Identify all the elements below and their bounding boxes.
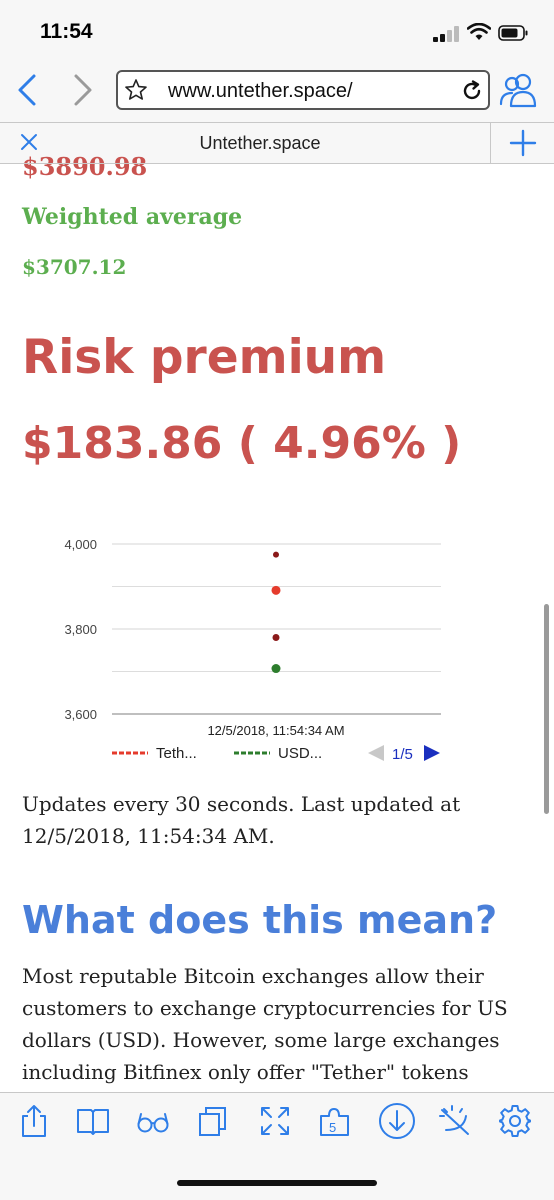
fullscreen-icon[interactable] [258, 1104, 292, 1138]
chrome-divider [0, 163, 554, 164]
star-icon[interactable] [124, 78, 148, 102]
legend-label: Teth... [156, 745, 197, 762]
tab-title[interactable]: Untether.space [0, 133, 520, 154]
people-icon[interactable] [499, 72, 539, 108]
scrollbar[interactable] [544, 604, 549, 814]
bookmarks-icon[interactable] [76, 1104, 110, 1138]
legend-prev-icon[interactable] [368, 745, 384, 761]
status-time: 11:54 [40, 20, 93, 43]
risk-premium-title: Risk premium [22, 330, 387, 385]
tab-row-divider [0, 122, 554, 123]
explanation-paragraph: Most reputable Bitcoin exchanges allow t… [22, 964, 508, 1084]
price-chart: 4,000 3,800 3,600 12/5/2018, 11:54:34 AM Tet… [64, 537, 441, 763]
tab-separator [490, 122, 491, 164]
legend-label: USD... [278, 745, 322, 762]
settings-icon[interactable] [498, 1104, 532, 1138]
back-button[interactable] [14, 72, 42, 108]
tabs-icon[interactable] [196, 1104, 230, 1138]
section-heading: What does this mean? [22, 898, 498, 942]
reload-icon[interactable] [460, 79, 484, 103]
reader-icon[interactable] [136, 1104, 170, 1138]
risk-premium-value: $183.86 ( 4.96% ) [22, 418, 462, 469]
home-indicator [177, 1180, 377, 1186]
download-icon[interactable] [378, 1102, 416, 1140]
extensions-icon[interactable]: 5 [318, 1104, 352, 1138]
x-axis-label: 12/5/2018, 11:54:34 AM [207, 723, 344, 738]
legend-next-icon[interactable] [424, 745, 440, 761]
data-point [272, 634, 280, 641]
legend-pager: 1/5 [392, 746, 413, 763]
y-tick-label: 3,600 [64, 707, 97, 722]
data-point [271, 585, 281, 595]
weighted-average-label: Weighted average [22, 204, 243, 230]
weighted-average-value: $3707.12 [22, 255, 127, 279]
night-mode-icon[interactable] [438, 1104, 472, 1138]
battery-icon [498, 25, 528, 41]
svg-text:5: 5 [329, 1120, 336, 1135]
share-icon[interactable] [17, 1104, 51, 1138]
data-point [273, 551, 279, 558]
y-tick-label: 4,000 [64, 537, 97, 552]
y-tick-label: 3,800 [64, 622, 97, 637]
new-tab-icon[interactable] [508, 128, 538, 158]
wifi-icon [467, 23, 491, 40]
price-value: $3890.98 [22, 152, 148, 181]
data-point [271, 664, 281, 674]
url-text[interactable]: www.untether.space/ [168, 80, 353, 103]
signal-icon [433, 26, 459, 42]
update-status-text: Updates every 30 seconds. Last updated a… [22, 792, 461, 848]
forward-button[interactable] [68, 72, 96, 108]
